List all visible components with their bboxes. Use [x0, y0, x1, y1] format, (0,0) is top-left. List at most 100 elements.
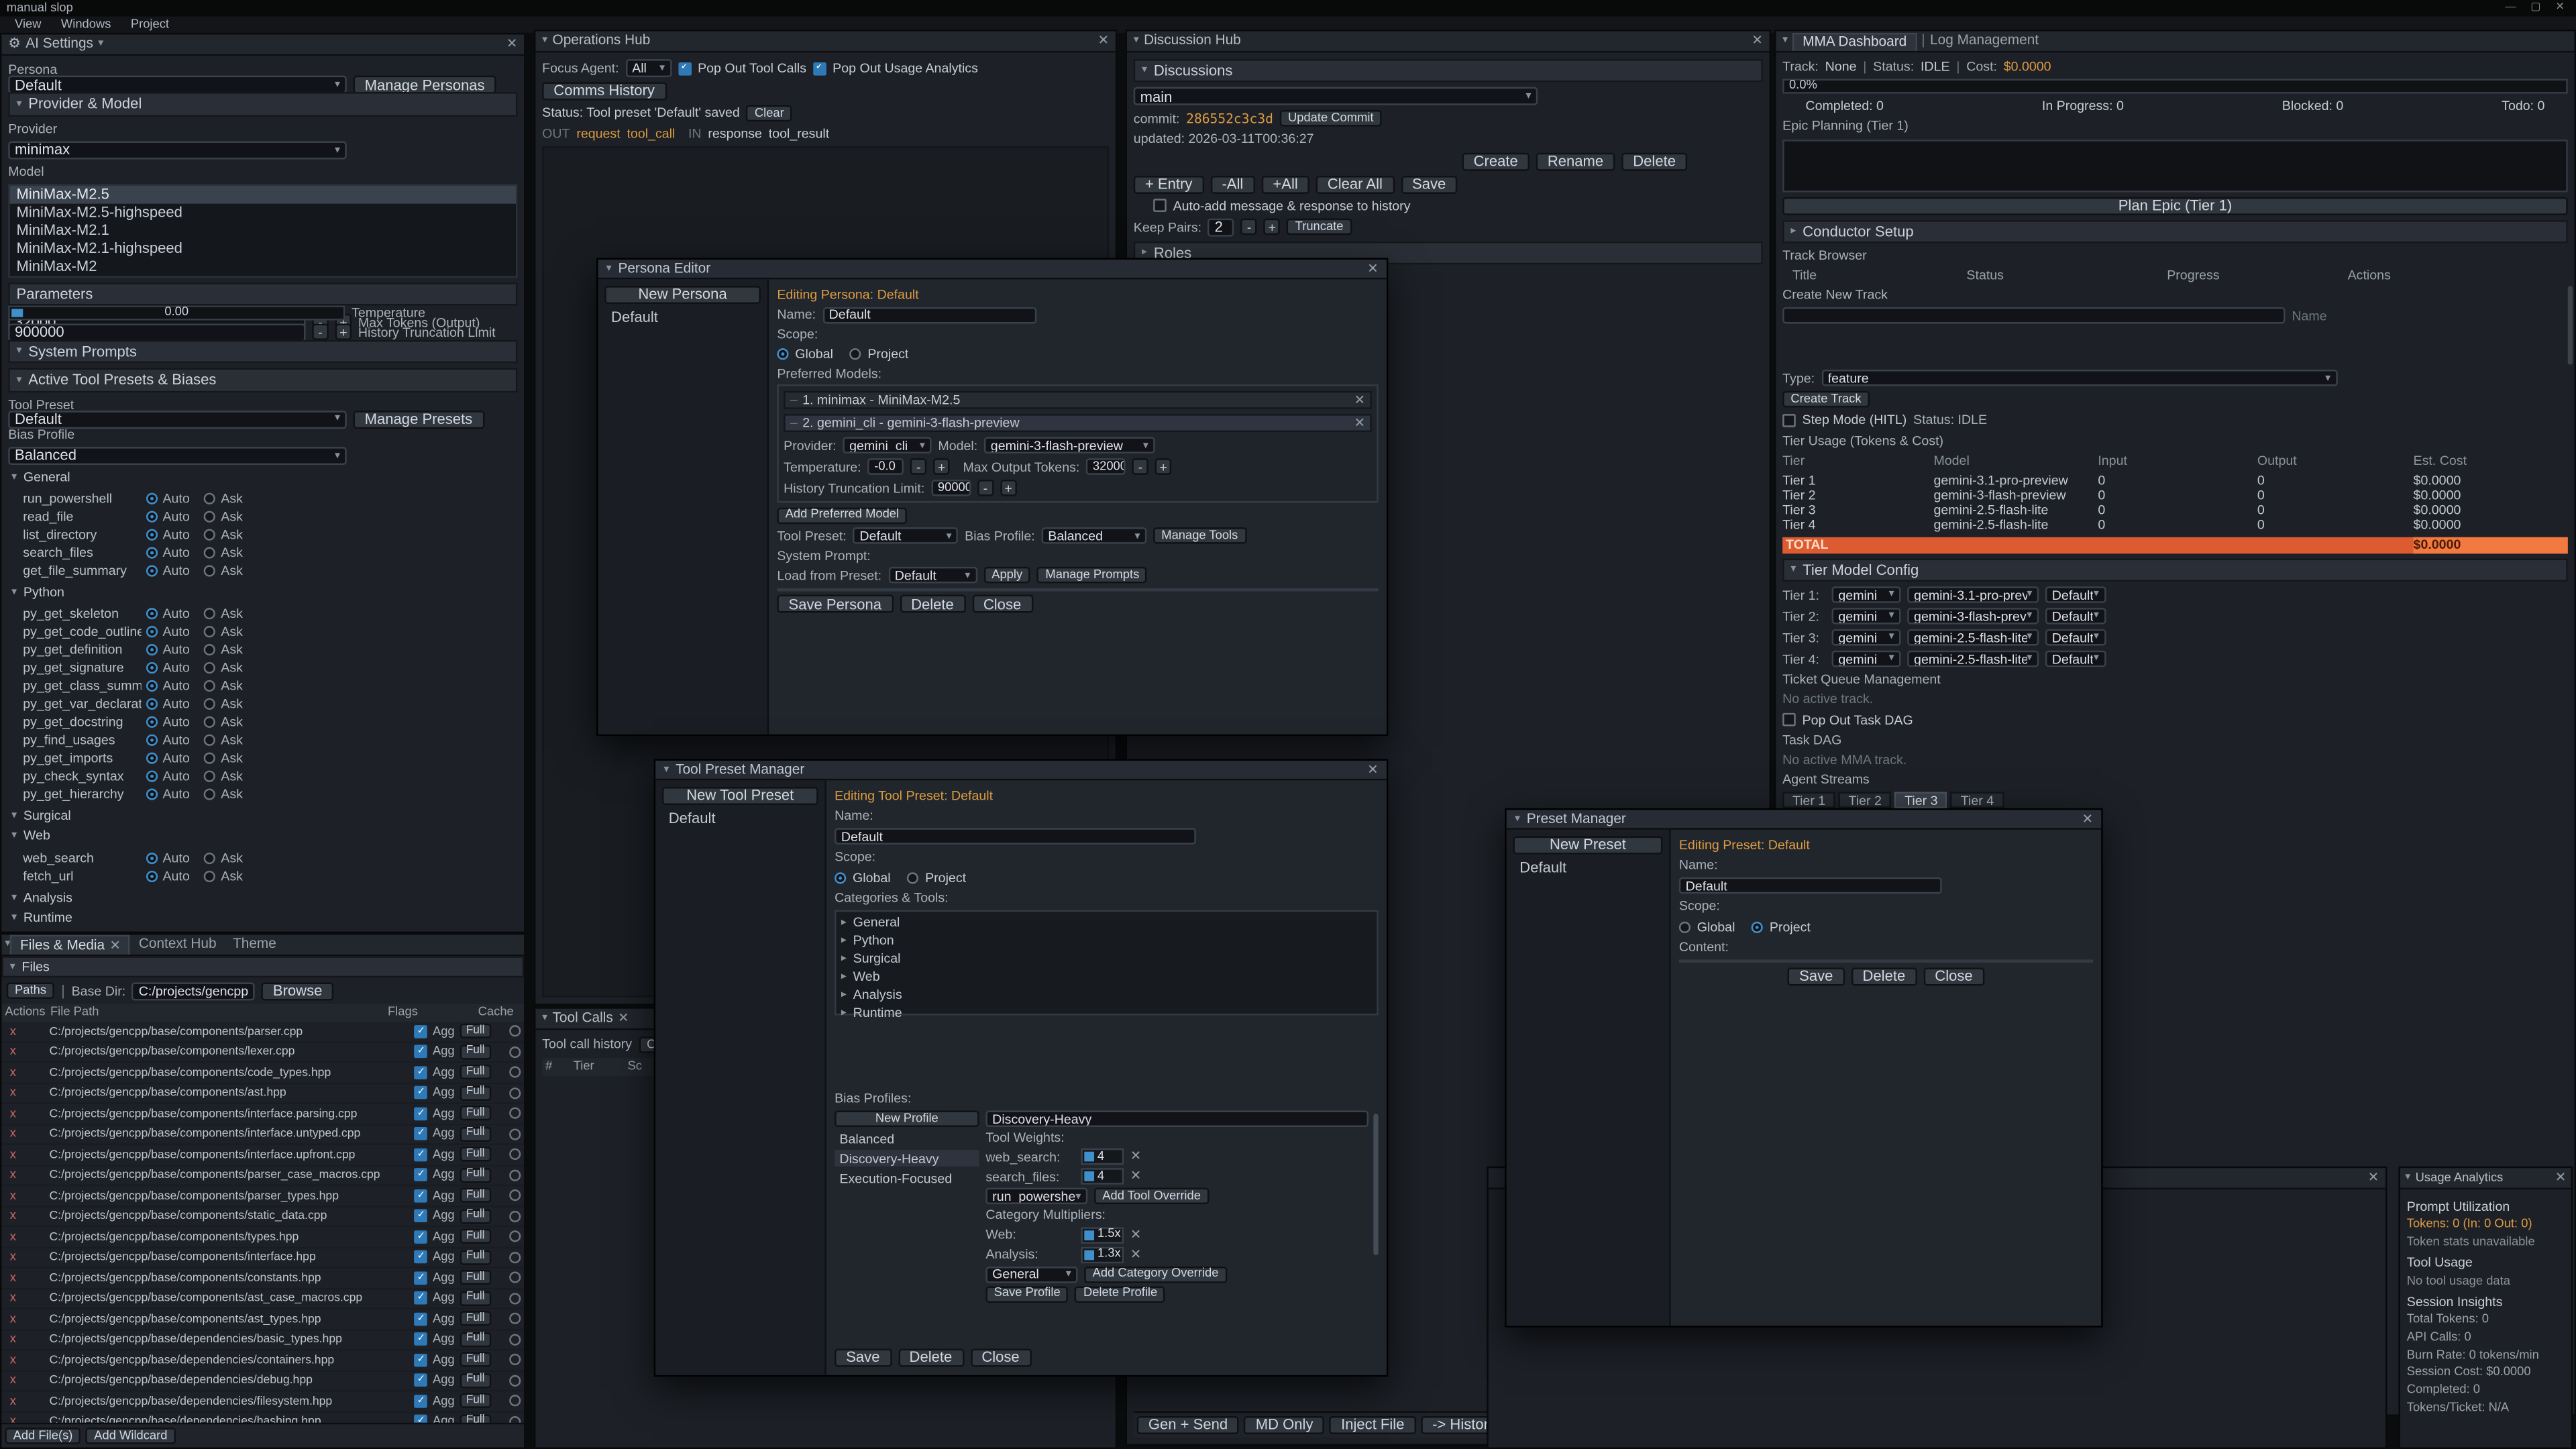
auto-radio[interactable] — [146, 529, 158, 541]
tier-model-select[interactable]: gemini-3.1-pro-preview ▾ — [1907, 587, 2039, 603]
agg-checkbox[interactable]: ✓ — [415, 1354, 428, 1367]
delete-profile-button[interactable]: Delete Profile — [1075, 1285, 1166, 1301]
auto-radio[interactable] — [146, 753, 158, 764]
apply-button[interactable]: Apply — [983, 568, 1030, 584]
chevron-down-icon[interactable]: ▾ — [98, 38, 103, 50]
add-entry-button[interactable]: + Entry — [1134, 175, 1204, 193]
full-button[interactable]: Full — [460, 1168, 491, 1183]
scope-project-radio[interactable] — [907, 872, 918, 883]
ask-radio[interactable] — [205, 627, 216, 638]
decrement-button[interactable]: - — [1241, 219, 1257, 235]
remove-file-button[interactable]: x — [5, 1169, 44, 1183]
tool-preset-manager-titlebar[interactable]: ▾ Tool Preset Manager ✕ — [655, 761, 1387, 780]
ask-radio[interactable] — [205, 716, 216, 728]
full-button[interactable]: Full — [460, 1106, 491, 1121]
paths-chip[interactable]: Paths — [7, 983, 54, 999]
category-row[interactable]: ▸ General — [841, 915, 1372, 931]
pm-model-select[interactable]: gemini-3-flash-preview ▾ — [984, 437, 1155, 453]
drag-handle-icon[interactable]: – — [790, 416, 798, 431]
section-tier-model-config[interactable]: ▾ Tier Model Config — [1782, 558, 2568, 582]
tool-group-surgical[interactable]: ▾ Surgical — [8, 809, 517, 824]
close-dialog-button[interactable]: Close — [1923, 967, 1984, 985]
maximize-icon[interactable]: ▢ — [2530, 2, 2540, 14]
scrollbar[interactable] — [2568, 286, 2573, 365]
tool-group-analysis[interactable]: ▾ Analysis — [8, 890, 517, 905]
tab-discussion-hub[interactable]: Discussion Hub — [1144, 33, 1241, 49]
tier-preset-select[interactable]: Default ▾ — [2045, 587, 2106, 603]
scope-global-radio[interactable] — [835, 872, 846, 883]
tab-files-media[interactable]: Files & Media ✕ — [10, 934, 130, 954]
full-button[interactable]: Full — [460, 1230, 491, 1244]
preferred-model-row[interactable]: – 1. minimax - MiniMax-M2.5 ✕ — [784, 391, 1372, 409]
model-option[interactable]: MiniMax-M2.5-highspeed — [10, 203, 516, 221]
remove-file-button[interactable]: x — [5, 1210, 44, 1224]
remove-weight-icon[interactable]: ✕ — [1130, 1170, 1141, 1183]
browse-button[interactable]: Browse — [262, 982, 334, 1000]
full-button[interactable]: Full — [460, 1353, 491, 1368]
drag-handle-icon[interactable]: – — [790, 393, 798, 409]
close-dialog-button[interactable]: Close — [972, 596, 1033, 614]
ask-radio[interactable] — [205, 870, 216, 881]
section-parameters[interactable]: Parameters — [8, 282, 517, 306]
close-icon[interactable]: ✕ — [1367, 262, 1378, 276]
minimize-icon[interactable]: — — [2505, 2, 2516, 14]
close-icon[interactable]: ✕ — [506, 38, 517, 51]
tier-preset-select[interactable]: Default ▾ — [2045, 651, 2106, 667]
agg-checkbox[interactable]: ✓ — [415, 1087, 428, 1100]
new-persona-button[interactable]: New Persona — [604, 286, 761, 304]
base-dir-input[interactable]: C:/projects/gencpp — [132, 982, 255, 1000]
tier-model-select[interactable]: gemini-3-flash-preview ▾ — [1907, 608, 2039, 625]
focus-agent-select[interactable]: All ▾ — [625, 59, 672, 77]
tier-model-select[interactable]: gemini-2.5-flash-lite ▾ — [1907, 629, 2039, 645]
ask-radio[interactable] — [205, 511, 216, 523]
tool-preset-select[interactable]: Default ▾ — [8, 411, 346, 429]
delete-persona-button[interactable]: Delete — [900, 596, 965, 614]
increment-button[interactable]: + — [1264, 219, 1280, 235]
save-discussion-button[interactable]: Save — [1401, 175, 1458, 193]
close-icon[interactable]: ✕ — [1367, 763, 1378, 777]
increment-button[interactable]: + — [933, 459, 949, 475]
menu-windows[interactable]: Windows — [53, 17, 119, 32]
model-option[interactable]: MiniMax-M2.1 — [10, 221, 516, 239]
create-track-button[interactable]: Create Track — [1782, 392, 1870, 408]
agg-checkbox[interactable]: ✓ — [415, 1313, 428, 1326]
temperature-slider[interactable]: 0.00 — [8, 306, 345, 321]
close-dialog-button[interactable]: Close — [970, 1349, 1031, 1367]
tool-override-select[interactable]: run_powershell ▾ — [985, 1188, 1087, 1204]
new-tool-preset-button[interactable]: New Tool Preset — [662, 787, 818, 805]
track-name-input[interactable] — [1782, 308, 2285, 324]
full-button[interactable]: Full — [460, 1373, 491, 1388]
popout-task-dag-checkbox[interactable]: ✓ — [1782, 713, 1796, 727]
full-button[interactable]: Full — [460, 1065, 491, 1080]
system-prompt-textarea[interactable] — [777, 588, 1378, 592]
load-preset-select[interactable]: Default ▾ — [888, 568, 977, 584]
category-row[interactable]: ▸ Python — [841, 933, 1372, 949]
auto-radio[interactable] — [146, 663, 158, 674]
add-preferred-model-button[interactable]: Add Preferred Model — [777, 507, 907, 523]
weight-value-input[interactable]: 4 — [1081, 1169, 1124, 1185]
add-wildcard-button[interactable]: Add Wildcard — [86, 1428, 176, 1444]
remove-file-button[interactable]: x — [5, 1065, 44, 1079]
full-button[interactable]: Full — [460, 1024, 491, 1039]
agg-checkbox[interactable]: ✓ — [415, 1189, 428, 1203]
rename-discussion-button[interactable]: Rename — [1536, 152, 1615, 170]
decrement-button[interactable]: - — [312, 324, 328, 340]
remove-file-button[interactable]: x — [5, 1374, 44, 1388]
tool-group-python[interactable]: ▾ Python — [8, 585, 517, 600]
remove-file-button[interactable]: x — [5, 1415, 44, 1423]
track-type-select[interactable]: feature ▾ — [1821, 370, 2337, 386]
ask-radio[interactable] — [205, 771, 216, 782]
agg-checkbox[interactable]: ✓ — [415, 1128, 428, 1141]
auto-radio[interactable] — [146, 547, 158, 559]
chevron-down-icon[interactable]: ▾ — [1782, 35, 1788, 47]
tier-provider-select[interactable]: gemini ▾ — [1832, 587, 1901, 603]
epic-planning-textarea[interactable] — [1782, 139, 2568, 191]
save-preset-button[interactable]: Save — [1788, 967, 1845, 985]
full-button[interactable]: Full — [460, 1147, 491, 1162]
save-profile-button[interactable]: Save Profile — [985, 1285, 1069, 1301]
inject-file-button[interactable]: Inject File — [1330, 1416, 1416, 1434]
close-icon[interactable]: ✕ — [2082, 812, 2093, 826]
plan-epic-button[interactable]: Plan Epic (Tier 1) — [1782, 197, 2568, 215]
tab-ai-settings[interactable]: AI Settings — [25, 36, 93, 52]
tab-tool-calls[interactable]: Tool Calls — [553, 1010, 613, 1026]
